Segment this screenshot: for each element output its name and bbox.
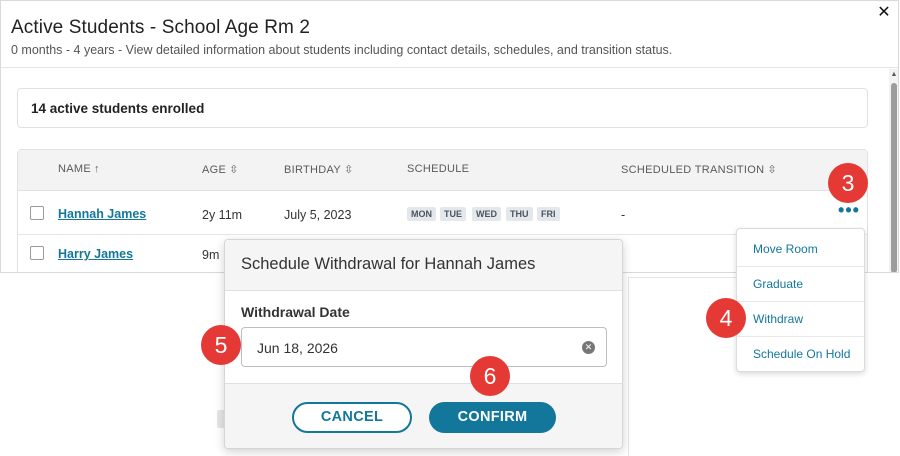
more-actions-icon[interactable]: ••• — [838, 201, 860, 222]
column-header-name[interactable]: NAME ↑ — [58, 163, 100, 175]
menu-item-move-room[interactable]: Move Room — [737, 231, 864, 267]
step-marker: 6 — [470, 356, 510, 396]
confirm-button[interactable]: CONFIRM — [429, 402, 556, 433]
modal-title: Active Students - School Age Rm 2 — [11, 17, 311, 38]
step-marker: 4 — [706, 298, 746, 338]
schedule-day: WED — [472, 207, 501, 221]
divider — [628, 277, 736, 278]
menu-item-withdraw[interactable]: Withdraw — [737, 301, 864, 337]
menu-item-graduate[interactable]: Graduate — [737, 266, 864, 302]
sort-icon: ⇳ — [767, 164, 777, 176]
student-name-link[interactable]: Hannah James — [58, 207, 146, 221]
withdrawal-date-input[interactable]: Jun 18, 2026 ✕ — [241, 327, 607, 367]
column-header-age[interactable]: AGE ⇳ — [202, 163, 239, 176]
sort-icon: ⇳ — [229, 164, 239, 176]
schedule-day: MON — [407, 207, 436, 221]
age-cell: 2y 11m — [202, 208, 243, 222]
table-header: NAME ↑ AGE ⇳ BIRTHDAY ⇳ SCHEDULE SCHEDULED … — [18, 150, 867, 191]
scroll-thumb[interactable] — [891, 83, 897, 272]
modal-subtitle: 0 months - 4 years - View detailed infor… — [11, 43, 673, 57]
cancel-button[interactable]: CANCEL — [292, 402, 412, 433]
divider — [628, 277, 629, 456]
schedule-day: TUE — [440, 207, 466, 221]
menu-item-schedule-on-hold[interactable]: Schedule On Hold — [737, 336, 864, 371]
age-cell: 9m — [202, 248, 220, 262]
transition-cell: - — [621, 208, 626, 222]
dialog-footer: CANCEL CONFIRM — [225, 383, 622, 448]
modal-header: Active Students - School Age Rm 2 0 mont… — [1, 1, 898, 68]
scrollbar[interactable]: ▲ — [889, 69, 898, 272]
scroll-up-icon[interactable]: ▲ — [889, 71, 898, 79]
date-value: Jun 18, 2026 — [257, 340, 338, 356]
close-icon[interactable]: ✕ — [875, 4, 893, 22]
step-marker: 3 — [828, 163, 868, 203]
schedule-day: FRI — [537, 207, 560, 221]
column-header-schedule: SCHEDULE — [407, 163, 470, 175]
clear-icon[interactable]: ✕ — [582, 341, 595, 354]
row-checkbox[interactable] — [30, 206, 44, 220]
summary-card: 14 active students enrolled — [17, 88, 868, 128]
student-name-link[interactable]: Harry James — [58, 247, 133, 261]
column-header-birthday[interactable]: BIRTHDAY ⇳ — [284, 163, 354, 176]
withdrawal-dialog: Schedule Withdrawal for Hannah James Wit… — [224, 239, 623, 449]
dialog-header: Schedule Withdrawal for Hannah James — [225, 240, 622, 291]
withdrawal-date-label: Withdrawal Date — [241, 304, 350, 320]
schedule-day: THU — [506, 207, 533, 221]
sort-icon: ⇳ — [344, 164, 354, 176]
dialog-title: Schedule Withdrawal for Hannah James — [241, 255, 536, 273]
arrow-up-icon: ↑ — [93, 163, 100, 175]
enrolled-count: 14 active students enrolled — [31, 101, 205, 116]
row-actions-menu: Move Room Graduate Withdraw Schedule On … — [736, 228, 865, 372]
column-header-transition[interactable]: SCHEDULED TRANSITION ⇳ — [621, 163, 777, 176]
row-checkbox[interactable] — [30, 246, 44, 260]
step-marker: 5 — [201, 325, 241, 365]
birthday-cell: July 5, 2023 — [284, 208, 352, 222]
